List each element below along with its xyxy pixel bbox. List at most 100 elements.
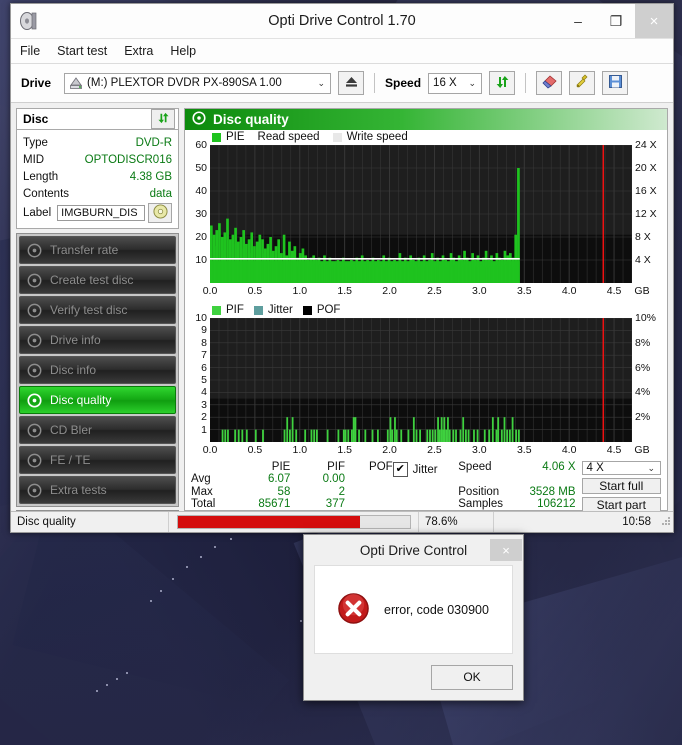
y2-tick: 24 X <box>635 139 657 151</box>
wallpaper-dot <box>172 578 174 580</box>
refresh-arrows-icon <box>157 112 170 127</box>
progress-bar <box>176 515 411 529</box>
x-tick: 1.0 <box>292 444 308 456</box>
eject-icon <box>344 75 359 91</box>
x-tick: 4.5 <box>606 444 622 456</box>
save-button[interactable] <box>602 71 629 95</box>
progress-bar-fill <box>177 516 360 528</box>
speed-label: Speed <box>385 76 422 90</box>
sidebar-item-disc-info[interactable]: Disc info <box>19 356 176 384</box>
status-bar: Disc quality 78.6% 10:58 <box>11 511 673 532</box>
sidebar-item-verify-test-disc[interactable]: Verify test disc <box>19 296 176 324</box>
x-tick: 2.0 <box>382 444 397 456</box>
eraser-icon <box>541 74 558 92</box>
pif-plot[interactable] <box>210 318 632 442</box>
stats-pif-avg: 0.00 <box>322 473 345 486</box>
wallpaper-dot <box>214 546 216 548</box>
disc-type-label: Type <box>23 136 48 149</box>
sidebar-item-extra-tests[interactable]: Extra tests <box>19 476 176 504</box>
menu-item-help[interactable]: Help <box>170 44 196 58</box>
sidebar-item-transfer-rate[interactable]: Transfer rate <box>19 236 176 264</box>
dialog-message: error, code 030900 <box>384 602 489 617</box>
close-button[interactable]: × <box>635 4 673 38</box>
refresh-arrows-icon <box>495 75 510 92</box>
stats-col-pif: PIF 0.00 2 377 <box>290 461 345 510</box>
menu-item-extra[interactable]: Extra <box>124 44 153 58</box>
stats-row-label-total: Total <box>191 497 216 510</box>
disc-panel-title: Disc <box>23 112 49 126</box>
status-time: 10:58 <box>622 516 651 528</box>
sidebar-item-label: Create test disc <box>50 273 134 287</box>
disc-burn-icon <box>27 273 42 288</box>
floppy-save-icon <box>608 74 623 92</box>
stats-row-label-max: Max <box>191 485 213 498</box>
menu-item-file[interactable]: File <box>20 44 40 58</box>
pie-chart: PIE Read speed Write speed 10 20 30 40 50 60 … <box>185 130 667 299</box>
refresh-button[interactable] <box>489 71 516 95</box>
y2-tick: 12 X <box>635 208 657 220</box>
y-tick: 20 <box>195 231 207 243</box>
sidebar-item-fe-te[interactable]: FE / TE <box>19 446 176 474</box>
test-speed-value: 4 X <box>586 462 604 474</box>
x-tick: 0.5 <box>247 444 263 456</box>
erase-button[interactable] <box>536 71 563 95</box>
sidebar-item-label: Extra tests <box>50 483 107 497</box>
disc-quality-icon <box>192 111 206 128</box>
y-tick: 3 <box>201 398 207 411</box>
start-full-button[interactable]: Start full <box>581 478 661 494</box>
sidebar-item-create-test-disc[interactable]: Create test disc <box>19 266 176 294</box>
drive-select[interactable]: (M:) PLEXTOR DVDR PX-890SA 1.00 ⌄ <box>64 72 332 94</box>
disc-label-input[interactable]: IMGBURN_DIS <box>57 204 145 221</box>
stats-pie-total: 85671 <box>258 497 291 510</box>
y-tick: 60 <box>195 139 207 151</box>
y-tick: 1 <box>201 423 207 436</box>
dialog-ok-button[interactable]: OK <box>431 664 513 690</box>
legend-label-pif: PIF <box>226 304 244 316</box>
sidebar-item-cd-bler[interactable]: CD Bler <box>19 416 176 444</box>
x-tick: 3.5 <box>516 285 532 297</box>
menu-item-start-test[interactable]: Start test <box>57 44 107 58</box>
disc-quality-icon <box>27 392 42 408</box>
pie-plot[interactable] <box>210 145 632 283</box>
disc-mid-label: MID <box>23 153 45 166</box>
x-axis-unit: GB <box>634 285 650 297</box>
sidebar-item-label: CD Bler <box>50 423 93 437</box>
sidebar-item-label: Transfer rate <box>50 243 119 257</box>
tools-button[interactable] <box>569 71 596 95</box>
minimize-button[interactable]: – <box>559 4 597 38</box>
legend-label-pof: POF <box>316 304 341 316</box>
status-progress <box>169 512 419 532</box>
y-tick: 40 <box>195 185 207 197</box>
disc-label-button[interactable] <box>148 202 172 223</box>
y-tick: 6 <box>201 361 207 374</box>
x-tick: 1.5 <box>337 285 352 297</box>
resize-grip-icon[interactable] <box>657 516 673 528</box>
legend-swatch-pof <box>302 305 312 315</box>
wallpaper-dot <box>230 538 232 540</box>
x-tick: 4.0 <box>561 444 577 456</box>
window-body: Disc Type DVD-R MID OPTODISCR016 Length … <box>11 103 673 526</box>
stats-pof-max <box>345 486 393 498</box>
eject-button[interactable] <box>338 71 365 95</box>
x-tick: 0.5 <box>247 285 263 297</box>
disc-info-row-length: Length 4.38 GB <box>23 168 172 185</box>
sidebar-item-drive-info[interactable]: Drive info <box>19 326 176 354</box>
disc-extra-icon <box>27 483 42 498</box>
samples-stat-label: Samples <box>458 497 504 510</box>
speed-select[interactable]: 16 X ⌄ <box>428 72 483 94</box>
disc-contents-label: Contents <box>23 187 70 200</box>
wallpaper-dot <box>200 556 202 558</box>
jitter-checkbox[interactable]: ✔ <box>392 462 408 477</box>
stats-pie-max: 58 <box>277 485 291 498</box>
pie-chart-legend: PIE Read speed Write speed <box>185 130 667 144</box>
pie-y-axis: 10 20 30 40 50 60 <box>185 139 209 284</box>
y-tick: 10 <box>195 312 207 324</box>
disc-info-panel: Type DVD-R MID OPTODISCR016 Length 4.38 … <box>16 129 179 229</box>
wallpaper-dot <box>106 684 108 686</box>
maximize-button[interactable]: ❐ <box>597 4 635 38</box>
disc-refresh-button[interactable] <box>151 109 175 129</box>
test-speed-select[interactable]: 4 X ⌄ <box>581 461 661 475</box>
y-tick: 50 <box>195 162 207 174</box>
error-dialog: Opti Drive Control × error, code 030900 … <box>303 534 524 701</box>
sidebar-item-disc-quality[interactable]: Disc quality <box>19 386 176 414</box>
